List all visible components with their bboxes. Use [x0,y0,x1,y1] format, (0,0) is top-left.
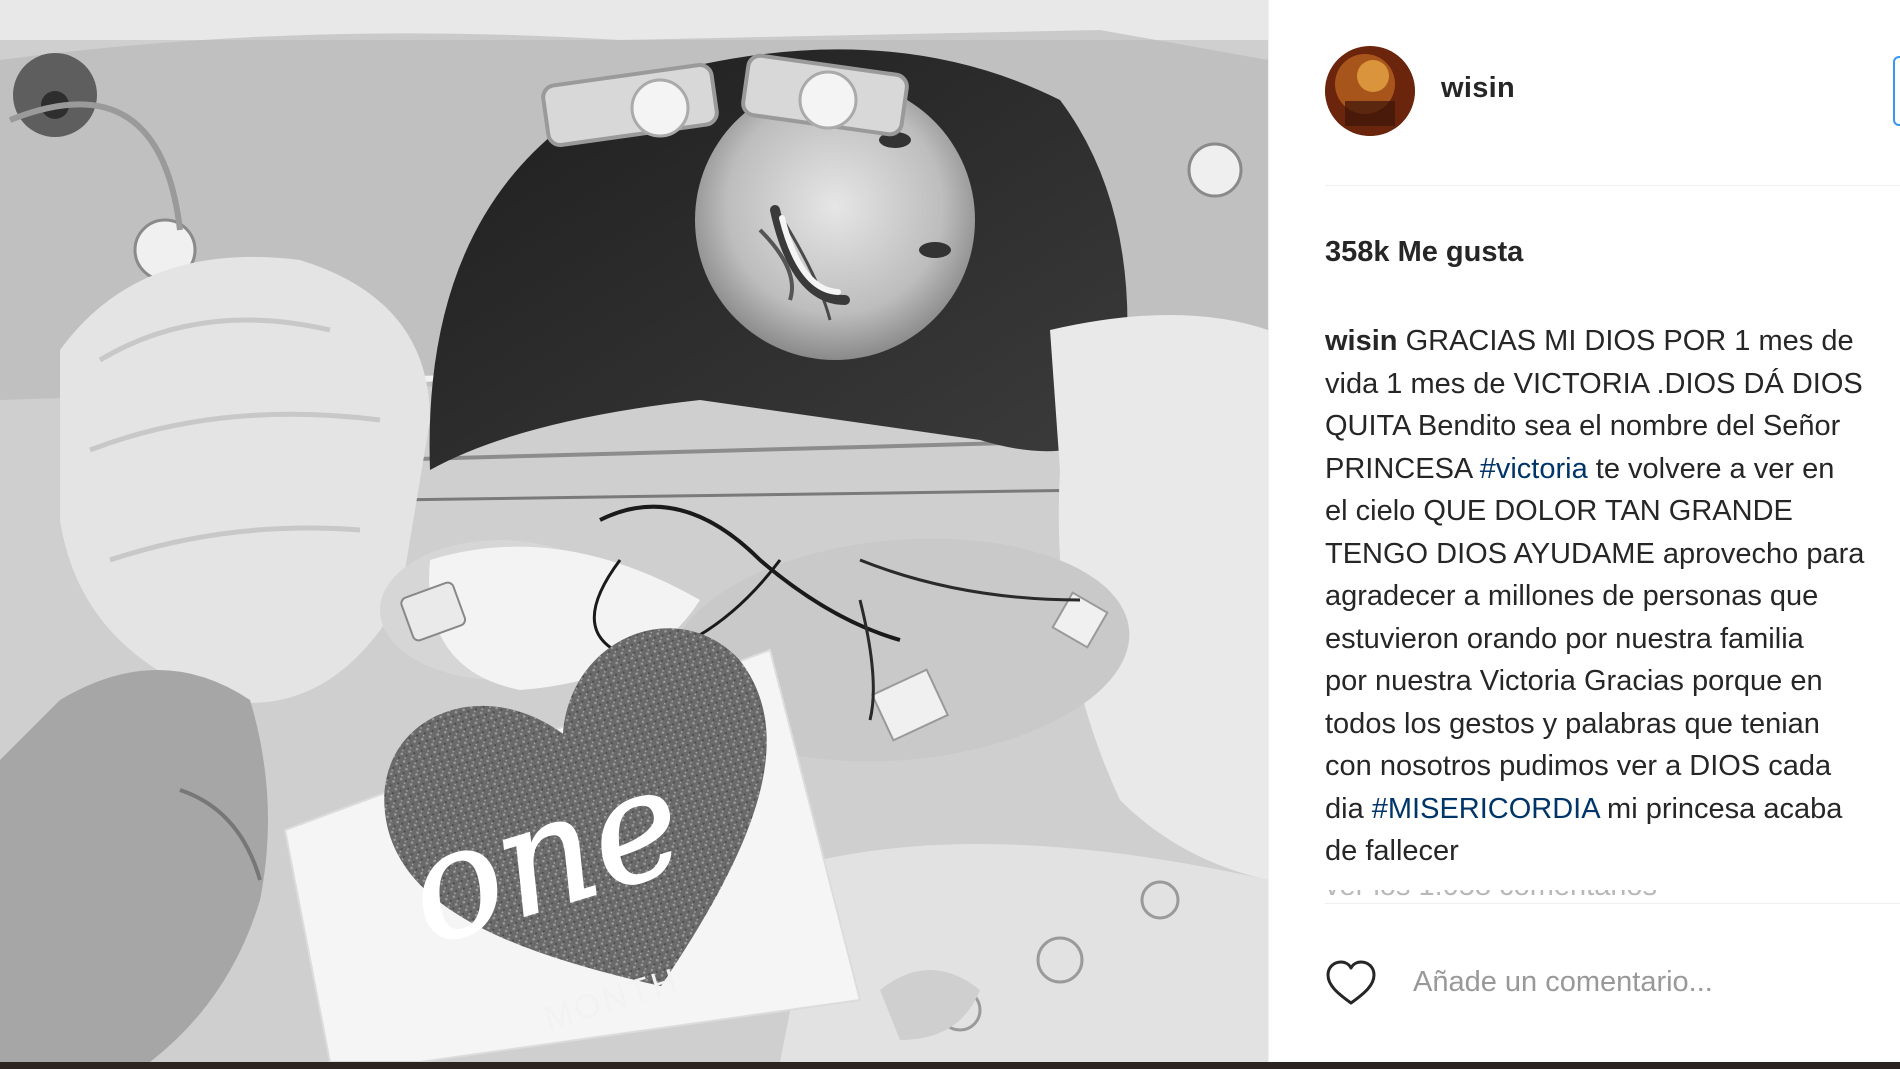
caption-line: vida 1 mes de VICTORIA .DIOS DÁ DIOS [1325,367,1863,400]
caption-line: con nosotros pudimos ver a DIOS cada [1325,750,1832,782]
caption-text: mi princesa acaba [1598,792,1843,825]
comments-divider [1325,903,1900,904]
bottom-edge [0,1062,1900,1069]
hashtag-victoria[interactable]: #victoria [1480,453,1588,485]
caption-text: te volvere a ver en [1587,452,1835,485]
likes-count[interactable]: 358k Me gusta [1325,236,1523,269]
caption-line: estuvieron orando por nuestra familia [1325,622,1804,655]
caption-line: por nuestra Victoria Gracias porque en [1325,665,1823,697]
caption-line: agradecer a millones de personas que [1325,580,1819,612]
photo-illustration: one MONTH [0,0,1268,1062]
caption-line: QUITA Bendito sea el nombre del Señor [1325,410,1841,442]
caption-line: todos los gestos y palabras que tenian [1325,707,1820,740]
caption-line: TENGO DIOS AYUDAME aprovecho para [1325,537,1865,570]
header-divider [1325,185,1900,186]
view-comments-text: ver los 1.058 comentarios [1325,890,1900,903]
caption-line: el cielo QUE DOLOR TAN GRANDE [1325,495,1793,527]
caption-username[interactable]: wisin [1325,325,1398,357]
caption-line: de fallecer [1325,835,1459,867]
comment-input[interactable] [1413,956,1900,1008]
post-sidebar: wisin Se 358k Me gusta wisin GRACIAS MI … [1268,0,1900,1062]
heart-outline-icon[interactable] [1325,959,1377,1007]
post-viewer: one MONTH wisin Se 358k Me gusta wisin G… [0,0,1900,1069]
follow-button[interactable]: Se [1893,56,1900,126]
caption-line: dia #MISERICORDIA mi princesa acaba [1325,788,1900,831]
caption-text: dia [1325,792,1372,825]
post-caption: wisin GRACIAS MI DIOS POR 1 mes de vida … [1325,320,1900,873]
caption-line: wisin GRACIAS MI DIOS POR 1 mes de [1325,320,1900,363]
avatar[interactable] [1325,46,1415,136]
username-link[interactable]: wisin [1441,72,1515,105]
caption-line: PRINCESA #victoria te volvere a ver en [1325,448,1900,491]
post-photo[interactable]: one MONTH [0,0,1268,1062]
hashtag-misericordia[interactable]: #MISERICORDIA [1372,793,1599,825]
avatar-image [1325,46,1415,136]
post-header: wisin Se [1325,44,1900,140]
caption-text: GRACIAS MI DIOS POR 1 mes de [1397,325,1854,357]
comment-row [1325,954,1900,1014]
caption-text: PRINCESA [1325,452,1480,485]
